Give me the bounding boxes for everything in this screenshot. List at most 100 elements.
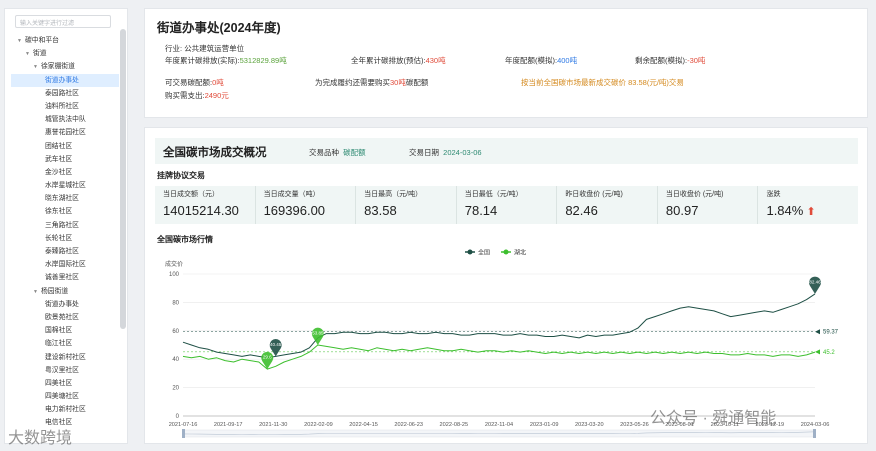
x-tick-label: 2021-11-30 xyxy=(259,422,287,428)
legend-label: 湖北 xyxy=(514,249,526,257)
tree-node[interactable]: ▼ 街道 xyxy=(11,47,127,60)
x-tick-label: 2021-09-17 xyxy=(214,422,243,428)
stat-value: 169396.00 xyxy=(263,203,326,218)
tree-node[interactable]: 泰臻路社区 xyxy=(11,245,127,258)
tree-node[interactable]: 建设新村社区 xyxy=(11,351,127,364)
stat-card: 涨跌 1.84% ⬆ xyxy=(758,186,858,224)
stat-value: 1.84% ⬆ xyxy=(766,203,816,218)
zoom-handle-right[interactable] xyxy=(813,429,816,438)
y-tick-label: 60 xyxy=(172,329,179,335)
tree-node[interactable]: 长轮社区 xyxy=(11,232,127,245)
tree-node-label: 四美塘社区 xyxy=(45,393,79,401)
pin-label: 40.45 xyxy=(270,342,282,347)
industry-info: 行业: 公共建筑运营单位 xyxy=(165,44,245,53)
chevron-down-icon[interactable]: ▼ xyxy=(25,48,33,61)
legend-label: 全国 xyxy=(478,249,490,257)
tree-node[interactable]: 三角路社区 xyxy=(11,219,127,232)
tree-node[interactable]: 粤汉里社区 xyxy=(11,364,127,377)
stat-value: 80.97 xyxy=(665,203,699,218)
tree-node-label: 三角路社区 xyxy=(45,221,79,229)
tree-node-label: 惠誉花园社区 xyxy=(45,129,86,137)
pin-label: 82.46 xyxy=(809,279,821,284)
tree-node[interactable]: 徐东社区 xyxy=(11,205,127,218)
stat-card: 昨日收盘价 (元/吨) 82.46 xyxy=(557,186,658,224)
stat-label: 当日最高（元/吨） xyxy=(364,191,423,198)
stat-label: 当日成交量（吨） xyxy=(263,191,320,198)
tree-node-label: 电力新村社区 xyxy=(45,406,86,414)
x-tick-label: 2023-03-20 xyxy=(575,422,604,428)
tree-node-label: 城管执法中队 xyxy=(45,116,86,124)
x-tick-label: 2022-04-15 xyxy=(349,422,378,428)
y-tick-label: 20 xyxy=(172,386,179,392)
org-tree-sidebar: 输入关键字进行过滤 ▼ 碳中和平台 ▼ 街道 ▼ 徐家棚街道 街道办事处 泰园路社区 油料所社区… xyxy=(4,8,128,444)
tree-node-label: 建设新村社区 xyxy=(45,353,86,361)
tree-node-label: 泰臻路社区 xyxy=(45,248,79,255)
tree-node-label: 欧景苑社区 xyxy=(45,313,79,321)
tree-search-input[interactable]: 输入关键字进行过滤 xyxy=(15,15,111,28)
market-title: 全国碳市场成交概况 xyxy=(163,147,267,159)
tree-node[interactable]: 团结社区 xyxy=(11,140,127,153)
y-tick-label: 80 xyxy=(172,300,179,306)
stat-card: 当日最高（元/吨） 83.58 xyxy=(356,186,457,224)
tree-node[interactable]: 水岸星城社区 xyxy=(11,179,127,192)
tree-node[interactable]: 街道办事处 xyxy=(11,298,127,311)
chevron-down-icon[interactable]: ▼ xyxy=(33,61,41,74)
tree-node-label: 水岸国际社区 xyxy=(45,261,86,269)
chevron-down-icon[interactable]: ▼ xyxy=(33,286,41,299)
stat-card: 当日成交额（元） 14015214.30 xyxy=(155,186,256,224)
tree-node[interactable]: 泰园路社区 xyxy=(11,87,127,100)
watermark-left: 大数跨境 xyxy=(8,430,73,447)
tree-node[interactable]: ▼ 徐家棚街道 xyxy=(11,60,127,73)
pin-label: 53.85 xyxy=(312,331,324,336)
stat-card: 当日收盘价 (元/吨) 80.97 xyxy=(658,186,759,224)
remaining-quota-info: 剩余配额(模拟):-30吨 xyxy=(635,56,706,65)
tree-node[interactable]: 电力新村社区 xyxy=(11,403,127,416)
x-tick-label: 2021-07-16 xyxy=(169,422,198,428)
market-stats: 当日成交额（元） 14015214.30 当日成交量（吨） 169396.00 当日最高… xyxy=(155,186,858,224)
annual-quota-info: 年度配额(模拟):400吨 xyxy=(505,56,578,65)
tree-node[interactable]: 诚善里社区 xyxy=(11,271,127,284)
y-tick-label: 40 xyxy=(172,357,179,363)
tree-node-label: 四美社区 xyxy=(45,379,73,387)
tree-node[interactable]: 街道办事处 xyxy=(11,73,119,87)
tree-node[interactable]: 城管执法中队 xyxy=(11,113,127,126)
sidebar-scrollbar[interactable] xyxy=(120,29,126,329)
x-tick-label: 2023-05-26 xyxy=(620,422,649,428)
stat-value: 83.58 xyxy=(364,203,397,218)
tree-node[interactable]: 晓东湖社区 xyxy=(11,192,127,205)
tree-node[interactable]: 惠誉花园社区 xyxy=(11,126,127,139)
tree-node[interactable]: 欧景苑社区 xyxy=(11,311,127,324)
reference-label: 45.2 xyxy=(823,350,835,356)
stat-value: 14015214.30 xyxy=(163,203,239,218)
tree-node-label: 团结社区 xyxy=(45,142,73,150)
tree-node-label: 街道办事处 xyxy=(45,300,79,308)
x-tick-label: 2022-11-04 xyxy=(485,422,513,428)
tree-node-label: 晓东湖社区 xyxy=(45,195,79,203)
tree-node[interactable]: 金沙社区 xyxy=(11,166,127,179)
tree-node[interactable]: ▼ 杨园街道 xyxy=(11,285,127,298)
market-panel: 全国碳市场成交概况 交易品种 碳配额 交易日期 2024-03-06 挂牌协议交… xyxy=(144,127,868,444)
tree-node[interactable]: 四美社区 xyxy=(11,377,127,390)
tree-node-label: 临江社区 xyxy=(45,340,73,348)
legend-marker xyxy=(467,249,473,255)
x-tick-label: 2022-08-25 xyxy=(440,422,469,428)
org-info-panel: 街道办事处(2024年度) 行业: 公共建筑运营单位 年度累计碳排放(实际):5… xyxy=(144,8,868,118)
stat-label: 昨日收盘价 (元/吨) xyxy=(565,191,623,198)
tree-node[interactable]: 国棉社区 xyxy=(11,324,127,337)
stat-label: 当日成交额（元） xyxy=(163,191,219,198)
tree-node[interactable]: 临江社区 xyxy=(11,337,127,350)
tree-node[interactable]: 四美塘社区 xyxy=(11,390,127,403)
tree-node[interactable]: 水岸国际社区 xyxy=(11,258,127,271)
legend-marker xyxy=(503,249,509,255)
tree-node-label: 油料所社区 xyxy=(45,102,79,110)
zoom-handle-left[interactable] xyxy=(182,429,185,438)
chevron-down-icon[interactable]: ▼ xyxy=(17,35,25,48)
stat-card: 当日最低（元/吨） 78.14 xyxy=(457,186,558,224)
tree-node-label: 泰园路社区 xyxy=(45,89,79,97)
tree-node-label: 水岸星城社区 xyxy=(45,182,86,190)
tree-node[interactable]: 武车社区 xyxy=(11,153,127,166)
tree-node-label: 金沙社区 xyxy=(45,168,73,176)
tree-node[interactable]: 油料所社区 xyxy=(11,100,127,113)
tree-node[interactable]: ▼ 碳中和平台 xyxy=(11,34,127,47)
stat-label: 涨跌 xyxy=(766,191,781,198)
